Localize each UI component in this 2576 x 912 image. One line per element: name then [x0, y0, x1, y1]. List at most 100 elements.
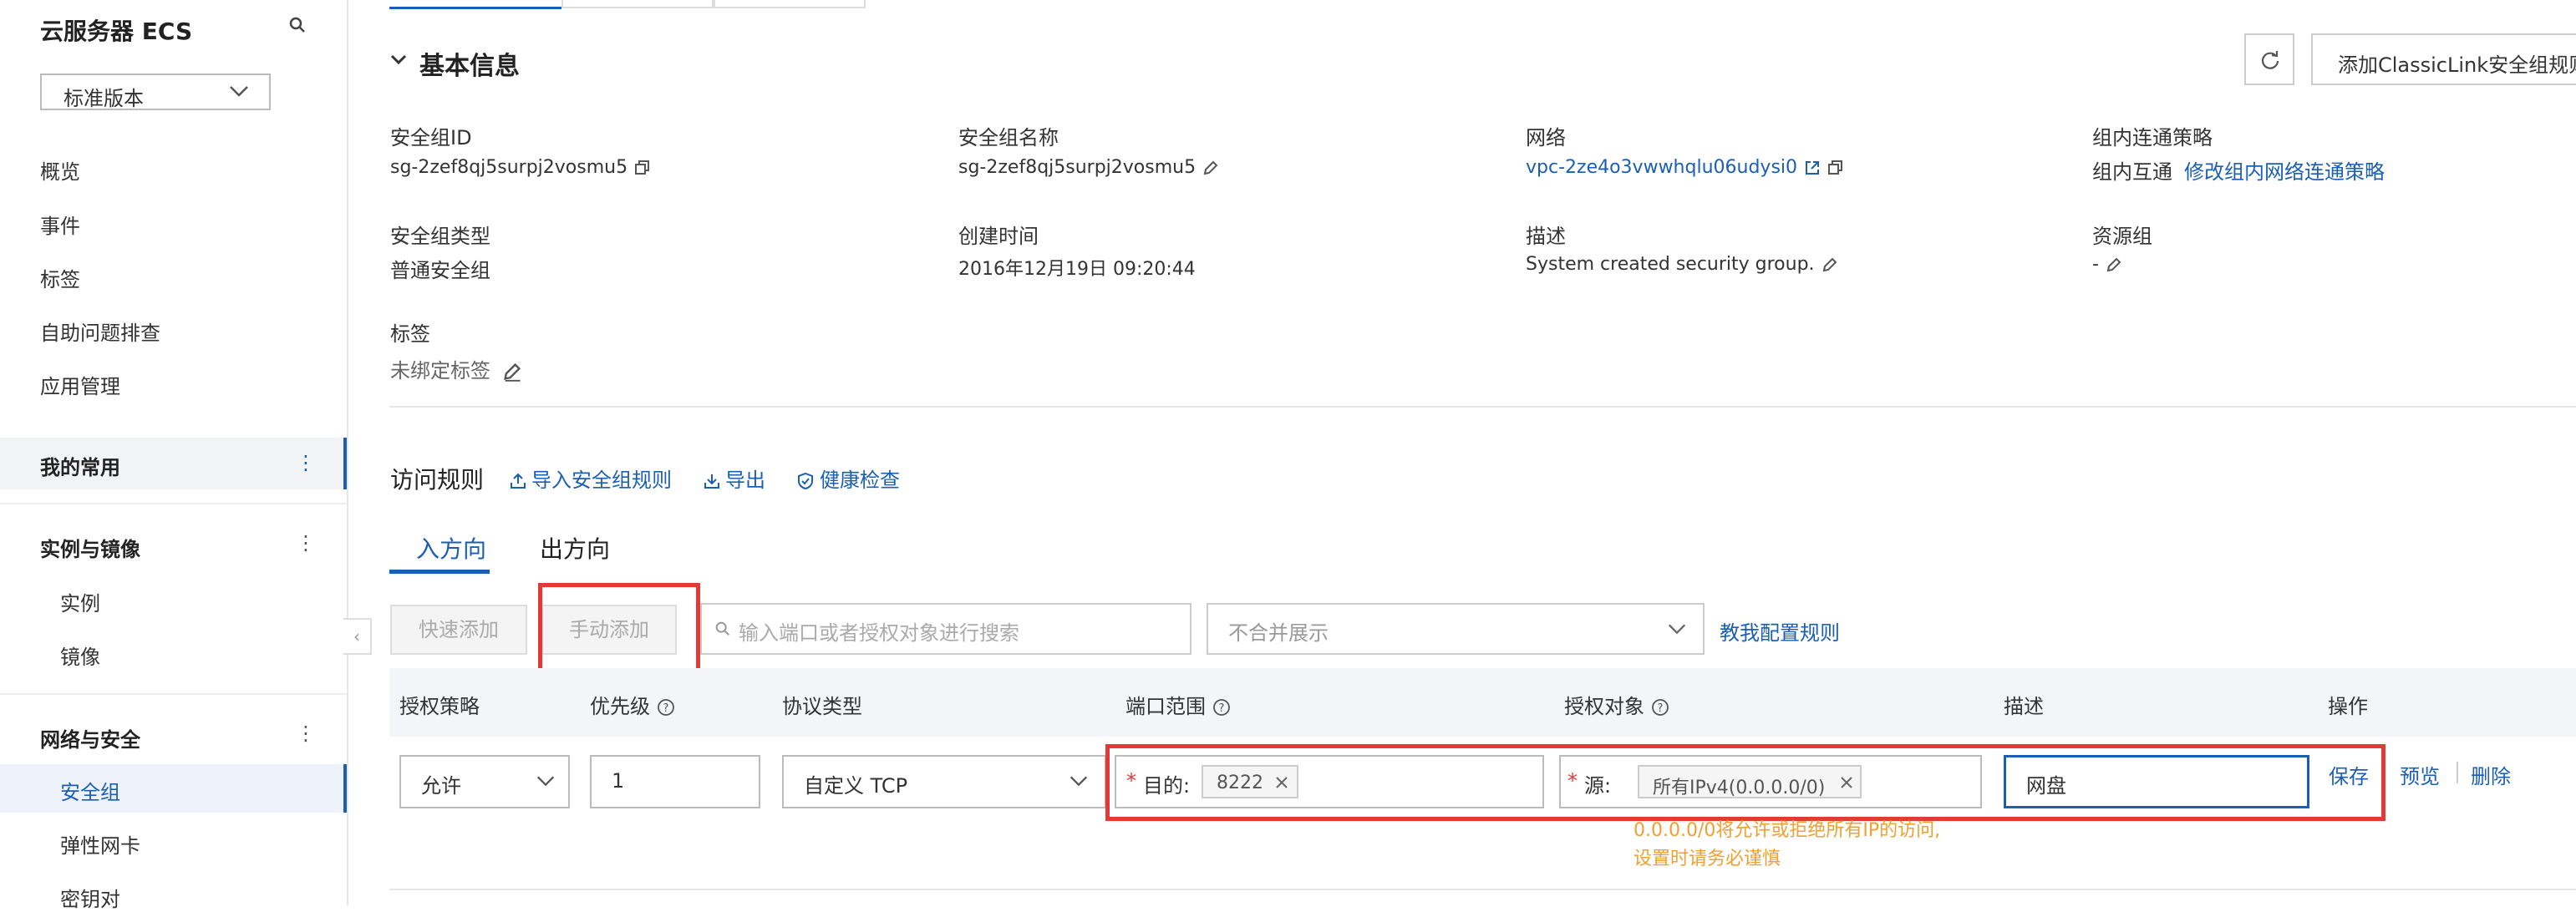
divider: [0, 503, 347, 504]
desc-label: 描述: [1526, 225, 1566, 248]
sidebar-item-troubleshoot[interactable]: 自助问题排查: [40, 317, 160, 346]
external-link-icon[interactable]: [1804, 160, 1821, 176]
sidebar-item-tags[interactable]: 标签: [40, 263, 80, 292]
action-separator: [2457, 762, 2458, 783]
group-network-title[interactable]: 网络与安全: [40, 723, 140, 752]
sidebar-item-images[interactable]: 镜像: [60, 641, 100, 670]
sidebar-item-app-management[interactable]: 应用管理: [40, 370, 120, 399]
col-priority: 优先级?: [590, 690, 675, 719]
policy-text: 组内互通: [2092, 160, 2172, 184]
sg-name-value: sg-2zef8qj5surpj2vosmu5: [958, 157, 1219, 178]
col-auth-object: 授权对象?: [1564, 690, 1669, 719]
svg-text:?: ?: [1658, 702, 1664, 715]
highlight-rule-row: [1105, 744, 2385, 821]
refresh-button[interactable]: [2244, 33, 2294, 85]
source-warning-line2: 设置时请务必谨慎: [1633, 849, 1781, 869]
health-check-link[interactable]: 健康检查: [796, 464, 900, 493]
sidebar-item-instances[interactable]: 实例: [60, 587, 100, 616]
help-icon[interactable]: ?: [1651, 698, 1669, 717]
sidebar-collapse-toggle[interactable]: ‹: [343, 618, 372, 655]
search-icon[interactable]: [287, 15, 307, 35]
col-port-range: 端口范围?: [1125, 690, 1231, 719]
delete-link[interactable]: 删除: [2471, 760, 2511, 789]
col-protocol: 协议类型: [782, 695, 862, 718]
shield-check-icon: [798, 472, 813, 490]
col-port-range-label: 端口范围: [1125, 695, 1206, 718]
tags-label: 标签: [390, 322, 430, 346]
help-icon[interactable]: ?: [1212, 698, 1231, 717]
save-link[interactable]: 保存: [2329, 760, 2369, 789]
table-header: [389, 668, 2576, 737]
quick-add-button[interactable]: 快速添加: [390, 605, 527, 655]
col-description: 描述: [2004, 695, 2044, 718]
help-icon[interactable]: ?: [657, 698, 675, 717]
version-select[interactable]: 标准版本: [40, 73, 271, 110]
section-divider: [389, 406, 2576, 408]
copy-icon[interactable]: [1827, 160, 1844, 176]
chevron-down-icon: [1668, 624, 1686, 635]
copy-icon[interactable]: [634, 160, 651, 176]
edit-icon[interactable]: [1202, 160, 1219, 176]
health-check-label: 健康检查: [820, 469, 900, 492]
more-icon[interactable]: ⋮: [296, 531, 316, 555]
network-value: vpc-2ze4o3vwwhqlu06udysi0: [1526, 157, 1844, 178]
sg-name-text: sg-2zef8qj5surpj2vosmu5: [958, 157, 1197, 178]
desc-value: System created security group.: [1526, 254, 1838, 275]
created-value: 2016年12月19日 09:20:44: [958, 259, 1196, 280]
sidebar-item-overview[interactable]: 概览: [40, 155, 80, 185]
col-policy: 授权策略: [399, 695, 480, 718]
network-link[interactable]: vpc-2ze4o3vwwhqlu06udysi0: [1526, 157, 1797, 178]
favorites-indicator: [343, 438, 347, 489]
import-rules-link[interactable]: 导入安全组规则: [510, 464, 672, 493]
col-actions: 操作: [2328, 695, 2368, 718]
edit-icon[interactable]: [502, 362, 522, 382]
download-icon: [704, 474, 719, 489]
sidebar-item-events[interactable]: 事件: [40, 210, 80, 239]
chevron-down-icon[interactable]: [389, 50, 408, 68]
export-label: 导出: [725, 469, 765, 492]
priority-input[interactable]: 1: [590, 755, 760, 808]
more-icon[interactable]: ⋮: [296, 451, 316, 474]
tab-inbound[interactable]: 入方向: [416, 531, 486, 565]
merge-display-select[interactable]: 不合并展示: [1207, 603, 1705, 655]
merge-display-value: 不合并展示: [1228, 621, 1329, 645]
sg-id-value: sg-2zef8qj5surpj2vosmu5: [390, 157, 651, 178]
access-rules-title: 访问规则: [390, 466, 485, 494]
sidebar-item-eni[interactable]: 弹性网卡: [60, 829, 140, 859]
col-auth-object-label: 授权对象: [1564, 695, 1644, 718]
sidebar-item-security-group[interactable]: 安全组: [60, 776, 120, 805]
modify-policy-link[interactable]: 修改组内网络连通策略: [2184, 160, 2385, 184]
preview-link[interactable]: 预览: [2400, 760, 2440, 789]
rg-value: -: [2092, 254, 2122, 275]
sg-type-value: 普通安全组: [390, 259, 490, 282]
edit-icon[interactable]: [2106, 256, 2122, 273]
protocol-select[interactable]: 自定义 TCP: [782, 755, 1106, 808]
tags-value: 未绑定标签: [390, 354, 522, 383]
more-icon[interactable]: ⋮: [296, 722, 316, 745]
basic-info-title: 基本信息: [419, 52, 520, 81]
sidebar-item-security-group-active: [0, 764, 347, 813]
highlight-manual-add: [538, 583, 700, 675]
tab-inbound-indicator: [389, 570, 490, 574]
group-favorites-title[interactable]: 我的常用: [40, 451, 120, 480]
export-link[interactable]: 导出: [704, 464, 765, 493]
edit-icon[interactable]: [1821, 256, 1838, 273]
top-tab-active[interactable]: [389, 0, 561, 9]
priority-value: 1: [612, 769, 625, 793]
rule-search-placeholder: 输入端口或者授权对象进行搜索: [739, 621, 1019, 645]
chevron-down-icon: [536, 776, 555, 787]
network-label: 网络: [1526, 126, 1566, 149]
rule-search-input[interactable]: 输入端口或者授权对象进行搜索: [700, 603, 1191, 655]
divider: [0, 693, 347, 695]
desc-text: System created security group.: [1526, 254, 1815, 275]
tab-outbound[interactable]: 出方向: [540, 531, 610, 565]
sidebar-item-keypair[interactable]: 密钥对: [60, 883, 120, 912]
refresh-icon: [2261, 51, 2279, 69]
add-classiclink-button[interactable]: 添加ClassicLink安全组规则: [2311, 33, 2576, 85]
sg-name-label: 安全组名称: [958, 126, 1059, 149]
policy-select[interactable]: 允许: [399, 755, 570, 808]
version-select-value: 标准版本: [64, 87, 144, 110]
group-instances-title[interactable]: 实例与镜像: [40, 533, 140, 562]
protocol-select-value: 自定义 TCP: [804, 774, 908, 798]
teach-config-link[interactable]: 教我配置规则: [1720, 616, 1840, 646]
